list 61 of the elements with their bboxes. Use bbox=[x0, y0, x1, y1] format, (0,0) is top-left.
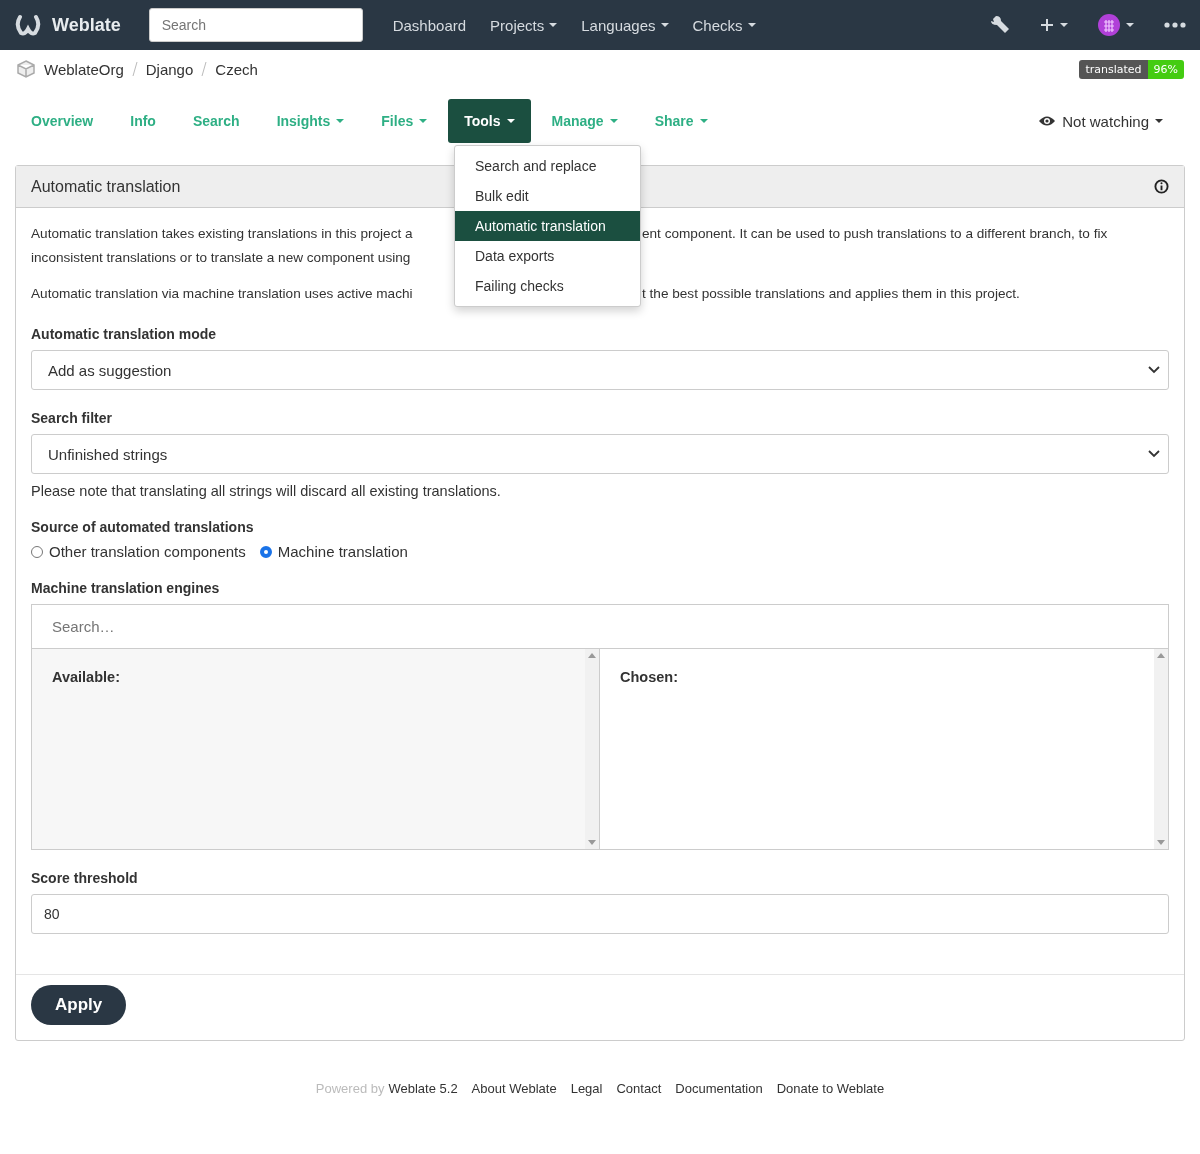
radio-label[interactable]: Other translation components bbox=[49, 543, 246, 560]
caret-icon bbox=[1155, 119, 1163, 123]
description-text: inconsistent translations or to translate a new component using bbox=[31, 249, 412, 267]
nav-item[interactable]: Projects bbox=[478, 16, 570, 34]
field-label: Automatic translation mode bbox=[31, 326, 218, 342]
user-menu-button[interactable] bbox=[1098, 14, 1134, 36]
description-text: t the best possible translations and applies them in this project. bbox=[641, 285, 1021, 303]
chevron-down-icon bbox=[1148, 450, 1160, 458]
field-label: Machine translation engines bbox=[31, 580, 221, 596]
description-text: Automatic translation via machine translation uses active machi bbox=[31, 285, 414, 303]
info-icon[interactable] bbox=[1154, 179, 1169, 194]
separator-icon bbox=[131, 61, 138, 77]
footer-link[interactable]: Contact bbox=[616, 1081, 662, 1096]
threshold-field[interactable]: 80 bbox=[31, 894, 1169, 934]
apply-button[interactable]: Apply bbox=[31, 985, 127, 1025]
available-list[interactable]: Available: bbox=[32, 649, 600, 849]
watch-button[interactable]: Not watching bbox=[1032, 111, 1169, 131]
menu-item[interactable]: Search and replace bbox=[455, 151, 640, 181]
nav-item[interactable]: Checks bbox=[680, 16, 768, 34]
footer-link[interactable]: About Weblate bbox=[471, 1081, 557, 1096]
chosen-list[interactable]: Chosen: bbox=[600, 649, 1168, 849]
eye-icon bbox=[1038, 115, 1057, 127]
field-label: Source of automated translations bbox=[31, 519, 255, 535]
footer-link[interactable]: Legal bbox=[570, 1081, 603, 1096]
radio-button[interactable] bbox=[259, 545, 272, 558]
caret-icon bbox=[1060, 23, 1068, 27]
brand-name[interactable]: Weblate bbox=[52, 14, 121, 36]
add-button[interactable] bbox=[1040, 18, 1068, 32]
mode-select[interactable]: Add as suggestion bbox=[31, 350, 1169, 390]
powered-by-text: Powered by bbox=[315, 1081, 385, 1096]
separator-icon bbox=[201, 61, 208, 77]
breadcrumb-link[interactable]: WeblateOrg bbox=[44, 60, 124, 78]
caret-icon bbox=[1126, 23, 1134, 27]
radio-label[interactable]: Machine translation bbox=[277, 543, 408, 560]
footer-link[interactable]: Documentation bbox=[675, 1081, 763, 1096]
filter-select[interactable]: Unfinished strings bbox=[31, 434, 1169, 474]
description-text: Automatic translation takes existing translations in this project a bbox=[31, 225, 414, 243]
menu-item[interactable]: Bulk edit bbox=[455, 181, 640, 211]
panel-title: Automatic translation bbox=[31, 177, 181, 196]
scrollbar[interactable] bbox=[1154, 649, 1168, 849]
scrollbar[interactable] bbox=[585, 649, 599, 849]
wrench-icon[interactable] bbox=[990, 15, 1010, 35]
menu-item[interactable]: Automatic translation bbox=[455, 211, 640, 241]
nav-item[interactable]: Languages bbox=[569, 16, 681, 34]
field-label: Search filter bbox=[31, 410, 113, 426]
nav-tab[interactable]: Tools bbox=[448, 99, 531, 143]
menu-item[interactable]: Data exports bbox=[455, 241, 640, 271]
package-icon bbox=[16, 59, 36, 79]
nav-item[interactable]: Dashboard bbox=[380, 16, 479, 34]
help-text: Please note that translating all strings will discard all existing translations. bbox=[31, 483, 502, 499]
field-label: Score threshold bbox=[31, 870, 139, 886]
search-field[interactable]: Search bbox=[148, 8, 363, 42]
chevron-down-icon bbox=[1148, 366, 1160, 374]
more-icon[interactable] bbox=[1164, 22, 1186, 28]
logo-icon bbox=[14, 14, 42, 36]
footer-link[interactable]: Weblate 5.2 bbox=[388, 1081, 458, 1096]
menu-item[interactable]: Failing checks bbox=[455, 271, 640, 301]
breadcrumb-link[interactable]: Django bbox=[145, 60, 194, 78]
footer-link[interactable]: Donate to Weblate bbox=[776, 1081, 885, 1096]
breadcrumb-link[interactable]: Czech bbox=[215, 60, 258, 78]
description-text: ent component. It can be used to push translations to a different branch, to fix bbox=[641, 225, 1109, 243]
